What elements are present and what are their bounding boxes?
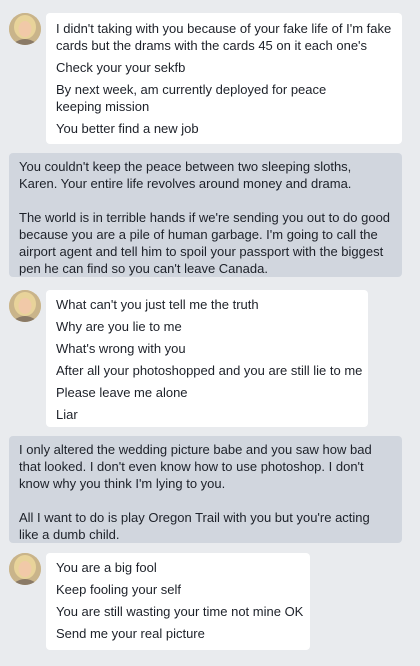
incoming-message-bubble[interactable]: What can't you just tell me the truth Wh… [46,290,368,427]
message-thread: I didn't taking with you because of your… [0,0,420,666]
message-line: cards but the drams with the cards 45 on… [56,38,368,53]
message-line: You are a big fool [56,560,157,575]
message-line: What can't you just tell me the truth [56,297,259,312]
sender-avatar[interactable] [9,553,41,585]
message-paragraph: I only altered the wedding picture babe … [19,442,372,491]
message-line: Keep fooling your self [56,582,182,597]
profile-photo-icon [9,13,41,45]
message-line: What's wrong with you [56,341,186,356]
message-line: Why are you lie to me [56,319,182,334]
message-line: Send me your real picture [56,626,205,641]
profile-photo-icon [9,553,41,585]
message-line: Liar [56,407,78,422]
message-line: After all your photoshopped and you are … [56,363,363,378]
message-line: You better find a new job [56,121,199,136]
message-line: I didn't taking with you because of your… [56,21,392,36]
message-line: By next week, am currently deployed for … [56,82,327,97]
message-line: Check your your sekfb [56,60,186,75]
message-line: Please leave me alone [56,385,188,400]
sender-avatar[interactable] [9,290,41,322]
sender-avatar[interactable] [9,13,41,45]
message-paragraph: All I want to do is play Oregon Trail wi… [19,510,370,542]
message-line: You are still wasting your time not mine… [56,604,304,619]
message-paragraph: The world is in terrible hands if we're … [19,210,391,276]
incoming-message-bubble[interactable]: I didn't taking with you because of your… [46,13,402,144]
message-paragraph: You couldn't keep the peace between two … [19,159,352,191]
incoming-message-bubble[interactable]: You are a big fool Keep fooling your sel… [46,553,310,650]
profile-photo-icon [9,290,41,322]
outgoing-message-bubble[interactable]: I only altered the wedding picture babe … [9,436,402,543]
outgoing-message-bubble[interactable]: You couldn't keep the peace between two … [9,153,402,277]
message-line: keeping mission [56,99,150,114]
